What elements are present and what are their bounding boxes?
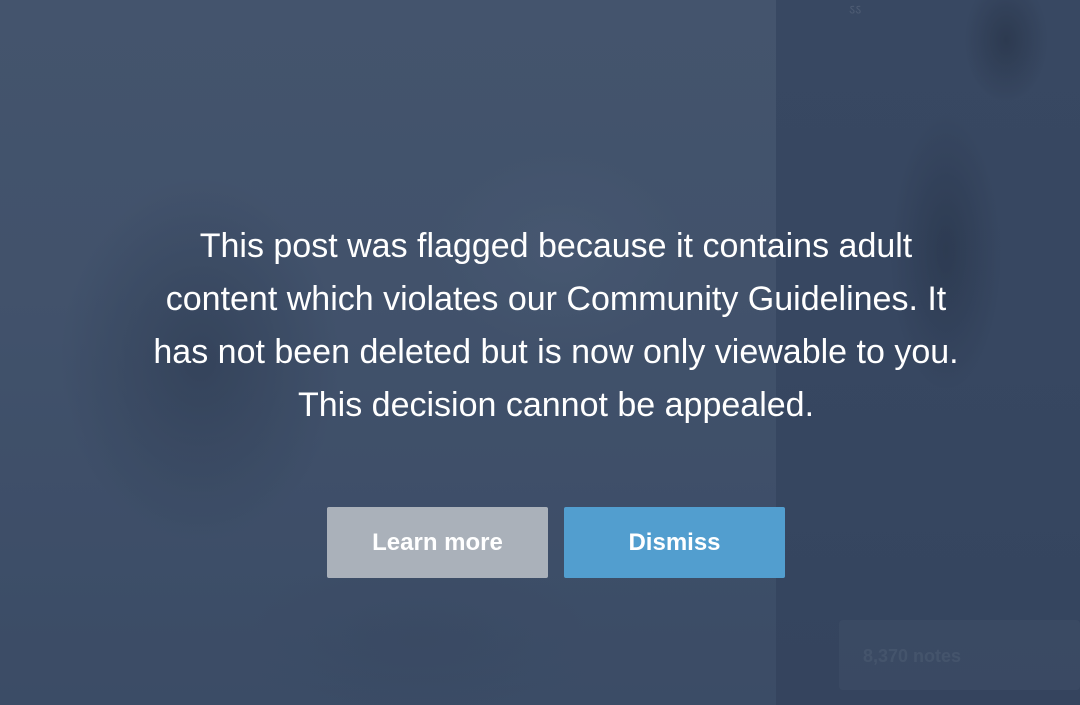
flagged-post-message: This post was flagged because it contain… bbox=[153, 227, 959, 424]
dismiss-button[interactable]: Dismiss bbox=[564, 507, 785, 578]
learn-more-button[interactable]: Learn more bbox=[327, 507, 548, 578]
flagged-content-overlay: This post was flagged because it contain… bbox=[0, 0, 1080, 705]
